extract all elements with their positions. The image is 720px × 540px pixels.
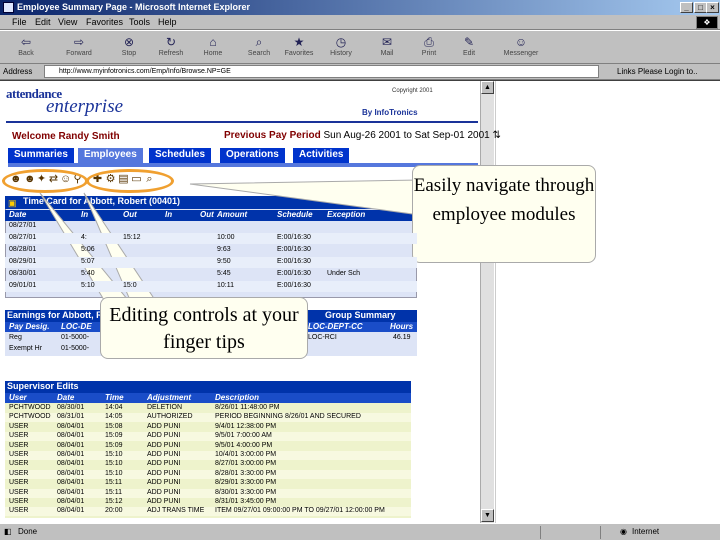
time-card-cell: Under Sch bbox=[327, 270, 361, 277]
time-card-row[interactable]: 08/30/01 5:40 5:45 E:00/16:30 Under Sch bbox=[5, 269, 417, 280]
time-card-cell: 08/29/01 bbox=[9, 258, 37, 265]
time-card-cell: 5:07 bbox=[81, 258, 95, 265]
time-card-row[interactable]: 08/28/01 5:06 9:63 E:00/16:30 bbox=[5, 245, 417, 256]
time-card-cell: E:00/16:30 bbox=[277, 270, 311, 277]
status-bar: ◧ Done ◉ Internet bbox=[0, 523, 720, 540]
time-card-cell: 10:11 bbox=[217, 282, 234, 289]
time-card-cell: 08/28/01 bbox=[9, 246, 37, 253]
time-card-cell: 5:40 bbox=[81, 270, 95, 277]
time-card-cell: 9:50 bbox=[217, 258, 231, 265]
page-done-icon: ◧ bbox=[4, 527, 12, 536]
time-card-cell: E:00/16:30 bbox=[277, 246, 311, 253]
time-card-cell: E:00/16:30 bbox=[277, 234, 311, 241]
time-card-row[interactable]: 09/01/01 5:10 15:0 10:11 E:00/16:30 bbox=[5, 281, 417, 292]
internet-zone-icon: ◉ bbox=[620, 527, 627, 536]
time-card-cell: 5:45 bbox=[217, 270, 231, 277]
time-card-cell: 15:0 bbox=[123, 282, 137, 289]
time-card-cell: 09/01/01 bbox=[9, 282, 37, 289]
time-card-cell: 5:06 bbox=[81, 246, 95, 253]
time-card-cell: 5:10 bbox=[81, 282, 95, 289]
time-card-cell: 15:12 bbox=[123, 234, 141, 241]
time-card-cell: 08/30/01 bbox=[9, 270, 37, 277]
time-card-cell: 10:00 bbox=[217, 234, 235, 241]
pointer-navigate bbox=[189, 179, 421, 216]
time-card-cell: E:00/16:30 bbox=[277, 282, 311, 289]
zone-text: Internet bbox=[632, 527, 660, 536]
time-card-row[interactable]: 08/29/01 5:07 9:50 E:00/16:30 bbox=[5, 257, 417, 268]
time-card-cell: 08/27/01 bbox=[9, 222, 37, 229]
time-card-row[interactable]: 08/27/01 4: 15:12 10:00 E:00/16:30 bbox=[5, 233, 417, 244]
callout-editing: Editing controls at your finger tips bbox=[100, 297, 308, 359]
status-text: Done bbox=[18, 527, 38, 536]
time-card-cell: E:00/16:30 bbox=[277, 258, 311, 265]
time-card-cell: 9:63 bbox=[217, 246, 231, 253]
time-card-cell: 08/27/01 bbox=[9, 234, 37, 241]
time-card-row[interactable]: 08/27/01 bbox=[5, 221, 417, 232]
time-card-cell: 4: bbox=[81, 234, 87, 241]
callout-navigate: Easily navigate through employee modules bbox=[412, 165, 596, 263]
